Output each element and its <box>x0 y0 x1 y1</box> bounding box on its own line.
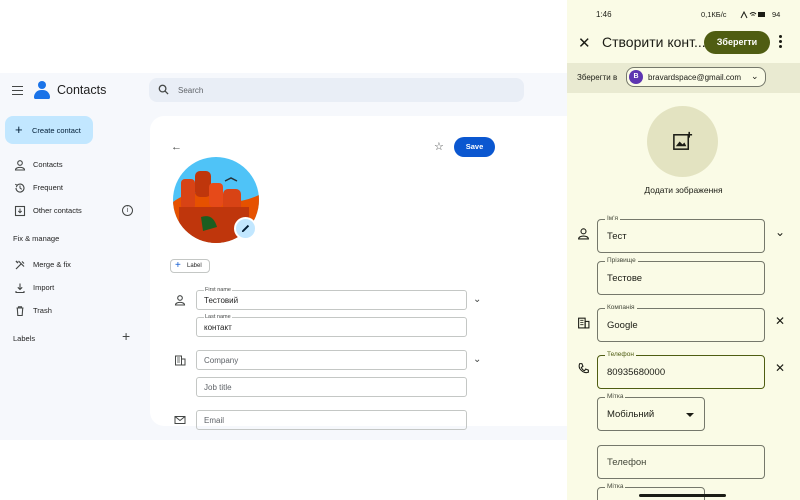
search-input[interactable] <box>178 82 508 98</box>
page-title: Створити конт... <box>602 34 705 50</box>
nav-item-contacts[interactable]: Contacts <box>0 155 145 175</box>
person-icon <box>14 160 26 171</box>
add-label-icon[interactable]: + <box>122 329 130 343</box>
person-icon <box>174 295 186 306</box>
nav-item-other-contacts[interactable]: Other contacts i <box>0 201 145 221</box>
expand-company-chevron-icon[interactable]: ⌄ <box>473 354 481 365</box>
email-field[interactable]: Email <box>196 410 467 430</box>
search-icon <box>158 84 169 95</box>
company-field[interactable]: Компанія Google <box>597 304 765 342</box>
company-field[interactable]: Company <box>196 350 467 370</box>
phone-number-field[interactable]: Телефон 80935680000 <box>597 351 765 389</box>
edit-photo-button[interactable] <box>234 217 257 240</box>
create-contact-button[interactable]: + Create contact <box>5 116 93 144</box>
menu-icon[interactable] <box>12 86 23 95</box>
screenshot-root: Contacts + Create contact Contacts <box>0 0 800 500</box>
home-indicator[interactable] <box>639 494 726 497</box>
remove-phone-close-icon[interactable]: ✕ <box>775 361 785 375</box>
add-photo-button[interactable] <box>647 106 718 177</box>
import-icon <box>15 283 25 294</box>
signal-wifi-battery-icon <box>740 10 765 19</box>
nav-item-merge-fix[interactable]: Merge & fix <box>0 255 145 275</box>
history-icon <box>14 183 25 193</box>
status-data-rate: 0,1КБ/с <box>701 10 727 19</box>
account-selector[interactable]: B bravardspace@gmail.com ⌄ <box>626 67 766 87</box>
remove-company-close-icon[interactable]: ✕ <box>775 314 785 328</box>
add-photo-icon <box>673 131 693 150</box>
phone-icon <box>578 363 589 374</box>
account-avatar: B <box>629 70 643 84</box>
save-button[interactable]: Зберегти <box>704 31 770 54</box>
add-label-chip[interactable]: + Label <box>170 259 210 273</box>
chevron-down-icon: ⌄ <box>751 71 759 81</box>
status-bar: 1:46 0,1КБ/с 94 <box>567 0 800 30</box>
status-time: 1:46 <box>596 10 612 19</box>
info-icon[interactable]: i <box>122 205 133 216</box>
plus-icon: + <box>15 122 23 137</box>
trash-icon <box>16 306 24 317</box>
contact-edit-card: ← ☆ Save + Label First name Тестовий ⌄ L… <box>150 116 567 430</box>
save-to-account-bar: Зберегти в B bravardspace@gmail.com ⌄ <box>567 63 800 93</box>
star-icon[interactable]: ☆ <box>434 140 444 153</box>
nav-item-trash[interactable]: Trash <box>0 301 145 321</box>
plus-icon: + <box>175 260 181 271</box>
pencil-icon <box>241 224 250 233</box>
last-name-field[interactable]: Прізвище Тестове <box>597 257 765 295</box>
building-icon <box>175 355 186 366</box>
close-icon[interactable]: ✕ <box>578 34 591 52</box>
dropdown-arrow-icon <box>686 413 694 417</box>
second-phone-field[interactable]: Телефон <box>597 445 765 479</box>
app-title: Contacts <box>57 83 107 97</box>
job-title-field[interactable]: Job title <box>196 377 467 397</box>
phone-type-select[interactable]: Мітка Мобільний <box>597 393 705 431</box>
nav-item-frequent[interactable]: Frequent <box>0 178 145 198</box>
phone-create-contact-panel: 1:46 0,1КБ/с 94 ✕ Створити конт... Збере… <box>567 0 800 500</box>
save-button[interactable]: Save <box>454 137 495 157</box>
add-photo-label: Додати зображення <box>644 185 723 195</box>
fix-manage-heading: Fix & manage <box>13 234 60 243</box>
download-box-icon <box>14 205 26 217</box>
expand-name-chevron-icon[interactable]: ⌄ <box>775 225 785 239</box>
last-name-field[interactable]: Last name контакт <box>196 314 467 337</box>
expand-name-chevron-icon[interactable]: ⌄ <box>473 294 481 305</box>
first-name-field[interactable]: Ім'я Тест <box>597 215 765 253</box>
contacts-logo-icon <box>34 81 50 99</box>
building-icon <box>578 317 590 329</box>
status-battery: 94 <box>772 10 781 19</box>
person-icon <box>578 228 589 240</box>
tools-icon <box>15 260 25 270</box>
nav-item-import[interactable]: Import <box>0 278 145 298</box>
first-name-field[interactable]: First name Тестовий <box>196 287 467 310</box>
app-header: Contacts <box>0 73 567 109</box>
search-bar[interactable] <box>149 78 524 102</box>
labels-heading: Labels <box>13 334 36 343</box>
web-contacts-panel: Contacts + Create contact Contacts <box>0 73 567 440</box>
more-options-icon[interactable] <box>779 35 783 49</box>
mail-icon <box>174 416 186 424</box>
back-arrow-icon[interactable]: ← <box>171 141 182 153</box>
